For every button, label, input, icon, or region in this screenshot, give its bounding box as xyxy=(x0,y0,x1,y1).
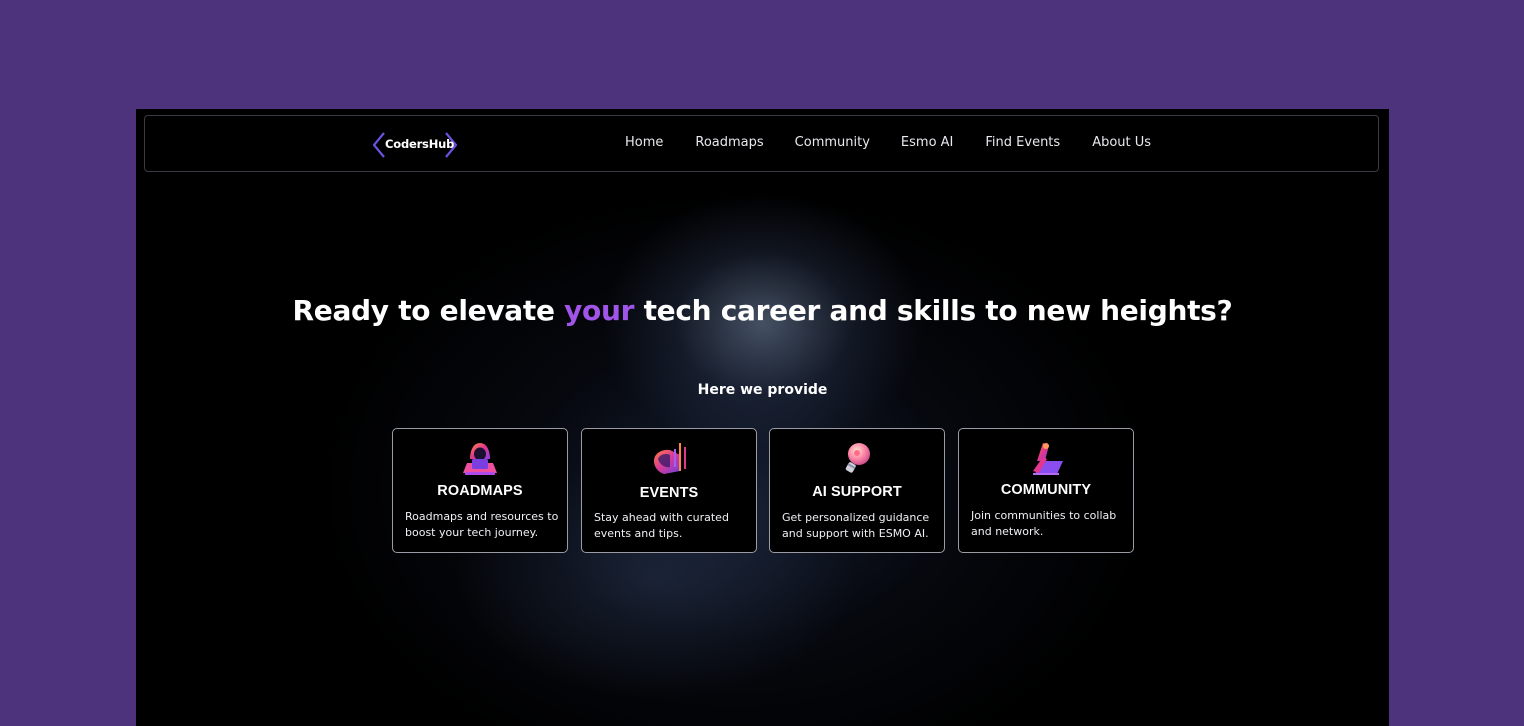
events-chart-icon xyxy=(654,443,686,474)
headline-text-start: Ready to elevate xyxy=(292,294,565,327)
card-description: Join communities to collab and network. xyxy=(971,509,1117,538)
nav-item-esmo-ai[interactable]: Esmo AI xyxy=(901,135,953,150)
hero-headline: Ready to elevate your tech career and sk… xyxy=(136,294,1389,327)
card-events[interactable]: EVENTS Stay ahead with curated events an… xyxy=(581,428,757,553)
card-description: Get personalized guidance and support wi… xyxy=(782,511,930,540)
navbar: CodersHub Home Roadmaps Community Esmo A… xyxy=(144,115,1379,172)
card-title: EVENTS xyxy=(639,485,699,501)
nav-item-about-us[interactable]: About Us xyxy=(1092,135,1151,150)
background-glow xyxy=(136,109,1389,726)
ai-lightbulb-icon xyxy=(845,443,870,473)
nav-item-roadmaps[interactable]: Roadmaps xyxy=(695,135,763,150)
card-ai-support[interactable]: AI SUPPORT Get personalized guidance and… xyxy=(769,428,945,553)
headline-accent-word: your xyxy=(564,294,635,327)
card-community[interactable]: COMMUNITY Join communities to collab and… xyxy=(958,428,1134,553)
headline-text-end: tech career and skills to new heights? xyxy=(634,294,1233,327)
nav-item-home[interactable]: Home xyxy=(625,135,663,150)
brand-name: CodersHub xyxy=(385,137,455,151)
nav-item-community[interactable]: Community xyxy=(795,135,870,150)
card-title: AI SUPPORT xyxy=(812,484,902,500)
app-frame: CodersHub Home Roadmaps Community Esmo A… xyxy=(136,109,1389,726)
card-description: Roadmaps and resources to boost your tec… xyxy=(405,510,559,539)
card-roadmaps[interactable]: ROADMAPS Roadmaps and resources to boost… xyxy=(392,428,568,553)
nav-links: Home Roadmaps Community Esmo AI Find Eve… xyxy=(625,135,1151,150)
community-laptop-icon xyxy=(1033,443,1063,475)
card-description: Stay ahead with curated events and tips. xyxy=(594,511,729,540)
card-title: ROADMAPS xyxy=(437,483,523,499)
nav-item-find-events[interactable]: Find Events xyxy=(985,135,1060,150)
brand-logo[interactable]: CodersHub xyxy=(373,131,457,159)
card-title: COMMUNITY xyxy=(1000,482,1092,498)
section-subheading: Here we provide xyxy=(697,382,828,398)
hacker-laptop-icon xyxy=(463,443,497,475)
